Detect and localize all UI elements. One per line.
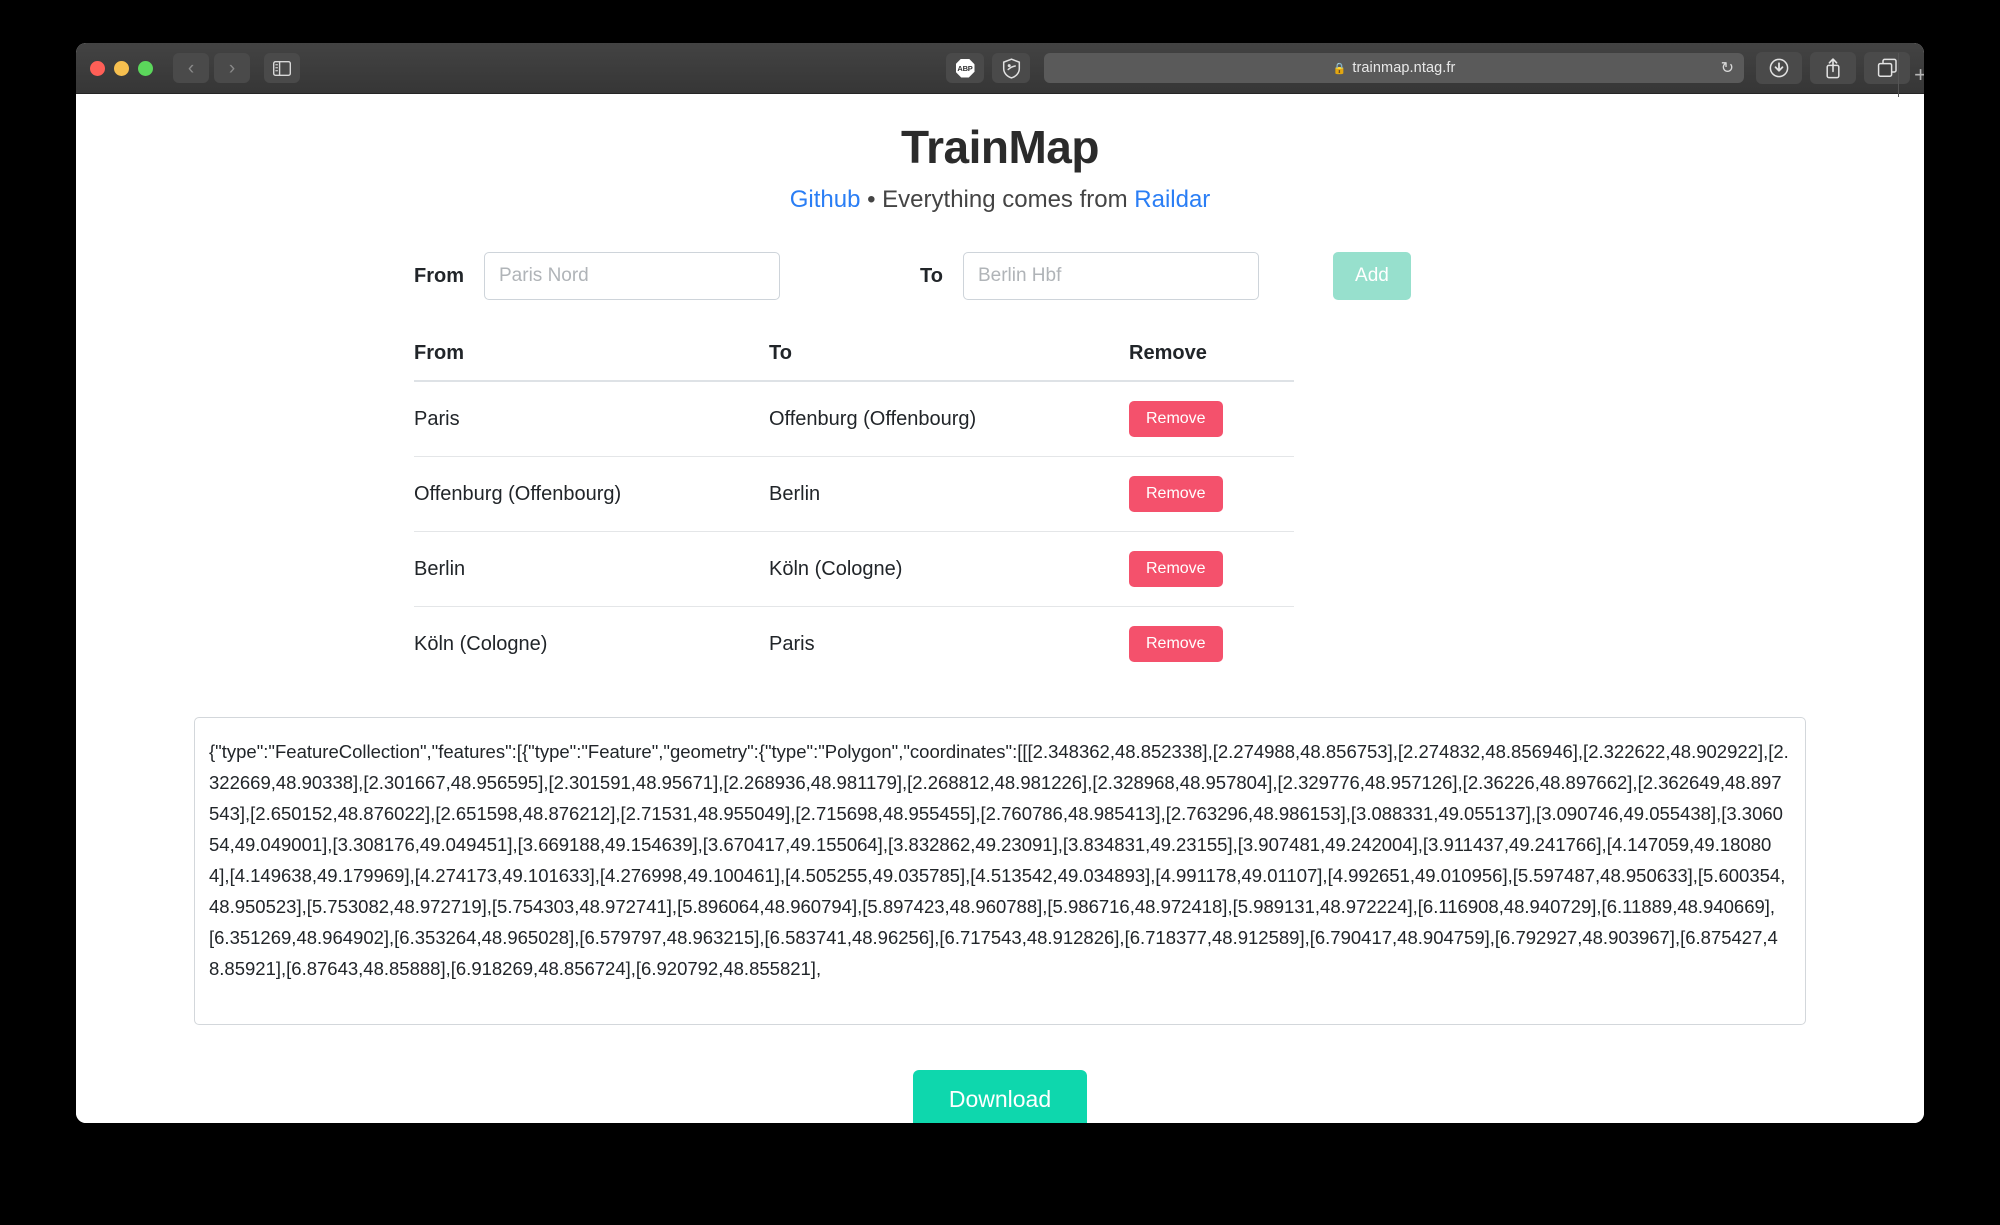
- lock-icon: 🔒: [1332, 62, 1347, 75]
- header-from: From: [414, 342, 769, 382]
- close-window-button[interactable]: [90, 60, 105, 76]
- cell-remove: Remove: [1129, 607, 1294, 682]
- routes-header-row: From To Remove: [414, 342, 1294, 382]
- github-link[interactable]: Github: [790, 186, 861, 213]
- subtitle-text: Everything comes from: [882, 186, 1128, 213]
- chevron-left-icon: ‹: [187, 57, 195, 79]
- table-row: Köln (Cologne) Paris Remove: [414, 607, 1294, 682]
- to-label: To: [920, 264, 943, 287]
- cell-to: Berlin: [769, 456, 1129, 532]
- downloads-button[interactable]: [1756, 52, 1802, 84]
- share-icon: [1826, 58, 1840, 79]
- cell-from: Köln (Cologne): [414, 632, 548, 655]
- cell-to: Köln (Cologne): [769, 531, 1129, 607]
- cell-to: Paris: [769, 632, 815, 655]
- share-button[interactable]: [1810, 52, 1856, 84]
- toolbar-center: ABP 🔒 trainmap.ntag.fr ↻: [314, 53, 1744, 83]
- cell-remove: Remove: [1129, 381, 1294, 457]
- downloads-icon: [1769, 58, 1789, 78]
- maximize-window-button[interactable]: [138, 60, 153, 76]
- minimize-window-button[interactable]: [114, 60, 129, 76]
- cell-from: Offenburg (Offenbourg): [414, 456, 769, 532]
- remove-button[interactable]: Remove: [1129, 551, 1223, 587]
- toolbar-right-actions: [1744, 52, 1910, 84]
- routes-table-body: Paris Offenburg (Offenbourg) Remove Offe…: [414, 381, 1294, 681]
- forward-button[interactable]: ›: [214, 53, 250, 83]
- geojson-section: {"type":"FeatureCollection","features":[…: [76, 717, 1924, 1030]
- adblock-icon: ABP: [955, 58, 975, 78]
- route-entry-form: From To Add: [320, 252, 1680, 300]
- address-bar[interactable]: 🔒 trainmap.ntag.fr ↻: [1044, 53, 1744, 83]
- sidebar-toggle-icon: [273, 60, 291, 76]
- geojson-textarea[interactable]: {"type":"FeatureCollection","features":[…: [194, 717, 1806, 1025]
- table-row: Offenburg (Offenbourg) Berlin Remove: [414, 456, 1294, 532]
- cell-from: Berlin: [414, 531, 769, 607]
- raildar-link[interactable]: Raildar: [1134, 186, 1210, 213]
- reload-button[interactable]: ↻: [1721, 58, 1734, 78]
- browser-toolbar: ‹ › ABP 🔒 trainmap.ntag.fr ↻ +: [76, 43, 1924, 97]
- remove-button[interactable]: Remove: [1129, 401, 1223, 437]
- back-button[interactable]: ‹: [173, 53, 209, 83]
- sidebar-toggle-button[interactable]: [264, 53, 300, 83]
- window-controls: [90, 60, 153, 76]
- table-row: Berlin Köln (Cologne) Remove: [414, 531, 1294, 607]
- from-label: From: [414, 264, 464, 287]
- adblock-plus-button[interactable]: ABP: [946, 53, 984, 83]
- from-input[interactable]: [484, 252, 780, 300]
- main-container: From To Add From To Remove Paris: [320, 252, 1680, 681]
- routes-table-head: From To Remove: [414, 342, 1294, 382]
- cell-from: Paris: [414, 381, 769, 457]
- header-remove: Remove: [1129, 342, 1294, 382]
- page-subtitle: Github • Everything comes from Raildar: [76, 186, 1924, 214]
- new-tab-button[interactable]: +: [1898, 53, 1924, 97]
- table-row: Paris Offenburg (Offenbourg) Remove: [414, 381, 1294, 457]
- tab-overview-icon: [1877, 58, 1897, 77]
- url-text-group: 🔒 trainmap.ntag.fr: [1333, 60, 1456, 76]
- remove-button[interactable]: Remove: [1129, 626, 1223, 662]
- page-title: TrainMap: [901, 121, 1099, 173]
- cell-remove: Remove: [1129, 531, 1294, 607]
- privacy-shield-button[interactable]: [992, 53, 1030, 83]
- subtitle-bullet: •: [867, 186, 876, 213]
- header-to: To: [769, 342, 1129, 382]
- routes-table: From To Remove Paris Offenburg (Offenbou…: [414, 342, 1294, 681]
- page-content: TrainMap Github • Everything comes from …: [76, 94, 1924, 1123]
- cell-remove: Remove: [1129, 456, 1294, 532]
- navigation-buttons: ‹ ›: [173, 53, 250, 83]
- to-input[interactable]: [962, 252, 1259, 300]
- cell-to: Offenburg (Offenbourg): [769, 381, 1129, 457]
- chevron-right-icon: ›: [228, 57, 236, 79]
- remove-button[interactable]: Remove: [1129, 476, 1223, 512]
- browser-window: ‹ › ABP 🔒 trainmap.ntag.fr ↻ + TrainMap …: [76, 43, 1924, 1123]
- add-button[interactable]: Add: [1332, 252, 1411, 300]
- url-text: trainmap.ntag.fr: [1352, 60, 1456, 76]
- download-button[interactable]: Download: [912, 1070, 1088, 1123]
- shield-icon: [1002, 57, 1020, 79]
- download-section: Download: [76, 1070, 1924, 1123]
